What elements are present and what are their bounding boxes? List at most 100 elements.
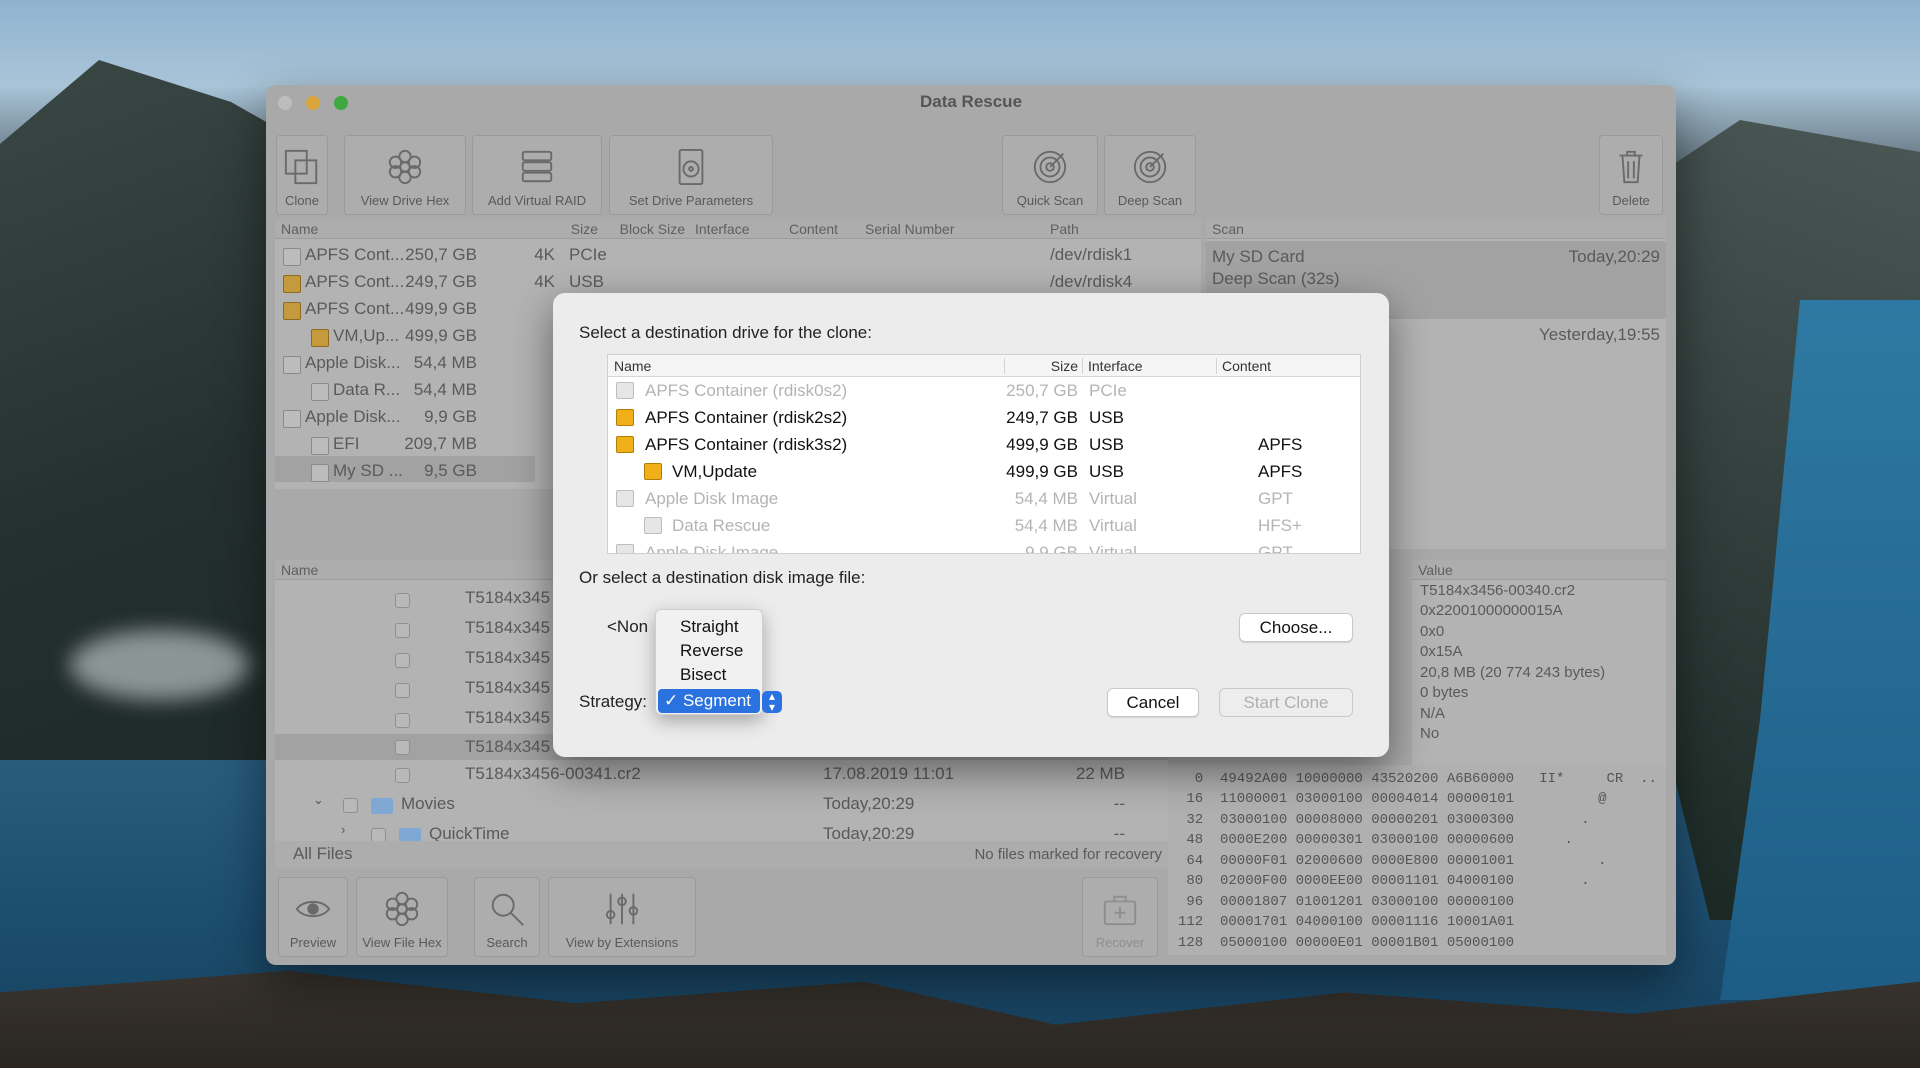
preview-label: Preview (289, 935, 337, 950)
clone-button[interactable]: Clone (276, 135, 328, 215)
quick-scan-button[interactable]: Quick Scan (1002, 135, 1098, 215)
col-path[interactable]: Path (1050, 221, 1079, 237)
col-serial[interactable]: Serial Number (865, 221, 954, 237)
image-file-value[interactable]: <Non (607, 617, 648, 637)
file-name[interactable]: T5184x345 (465, 708, 550, 728)
info-value: N/A (1420, 705, 1446, 722)
file-name[interactable]: T5184x345 (465, 618, 550, 638)
file-name[interactable]: T5184x345 (465, 678, 550, 698)
minimize-window-button[interactable] (306, 96, 320, 110)
file-checkbox[interactable] (395, 653, 410, 668)
file-checkbox[interactable] (395, 740, 410, 755)
add-virtual-raid-label: Add Virtual RAID (487, 193, 587, 208)
add-virtual-raid-button[interactable]: Add Virtual RAID (472, 135, 602, 215)
drive-name[interactable]: EFI (333, 434, 359, 454)
destination-drive-table[interactable]: Name Size Interface Content APFS Contain… (607, 354, 1361, 554)
delete-button[interactable]: Delete (1599, 135, 1663, 215)
file-name[interactable]: T5184x3456-00341.cr2 (465, 764, 641, 784)
col-content[interactable]: Content (789, 221, 838, 237)
table-row[interactable]: Apple Disk Image 54,4 MB Virtual GPT (608, 485, 1360, 512)
drive-size: 499,9 GB (405, 299, 477, 318)
preview-button[interactable]: Preview (278, 877, 348, 957)
file-name[interactable]: T5184x345 (465, 588, 550, 608)
view-drive-hex-label: View Drive Hex (360, 193, 450, 208)
table-row[interactable]: Apple Disk Image 9,9 GB Virtual GPT (608, 539, 1360, 553)
row-size: 54,4 MB (1014, 489, 1078, 508)
file-size: 22 MB (1075, 764, 1125, 783)
view-drive-hex-button[interactable]: View Drive Hex (344, 135, 466, 215)
file-checkbox[interactable] (395, 623, 410, 638)
zoom-window-button[interactable] (334, 96, 348, 110)
menu-item-reverse[interactable]: Reverse (680, 641, 743, 661)
deep-target-icon (1130, 147, 1170, 187)
set-drive-parameters-button[interactable]: Set Drive Parameters (609, 135, 773, 215)
eye-icon (293, 889, 333, 929)
view-file-hex-button[interactable]: View File Hex (356, 877, 448, 957)
menu-item-straight[interactable]: Straight (680, 617, 739, 637)
col-block-size[interactable]: Block Size (550, 221, 685, 237)
hex-line: 0 49492A00 10000000 43520200 A6B60000 II… (1178, 771, 1657, 787)
file-name[interactable]: T5184x345 (465, 737, 550, 757)
file-checkbox[interactable] (395, 713, 410, 728)
volume-icon (311, 329, 329, 347)
chevron-right-icon[interactable]: › (341, 822, 345, 837)
view-by-extensions-button[interactable]: View by Extensions (548, 877, 696, 957)
table-row[interactable]: Data Rescue 54,4 MB Virtual HFS+ (608, 512, 1360, 539)
file-name[interactable]: T5184x345 (465, 648, 550, 668)
value-header: Value (1418, 562, 1453, 578)
info-value: 0x22001000000015A (1420, 602, 1563, 619)
folder-name[interactable]: Movies (401, 794, 455, 814)
col-name[interactable]: Name (614, 355, 651, 377)
row-interface: Virtual (1089, 516, 1137, 535)
all-files-tab[interactable]: All Files (293, 844, 353, 864)
info-value: 20,8 MB (20 774 243 bytes) (1420, 664, 1606, 681)
col-interface[interactable]: Interface (695, 221, 749, 237)
table-row[interactable]: APFS Container (rdisk2s2) 249,7 GB USB (608, 404, 1360, 431)
start-clone-button[interactable]: Start Clone (1219, 688, 1353, 717)
search-label: Search (486, 935, 528, 950)
clone-label: Clone (285, 193, 319, 208)
col-size[interactable]: Size (1008, 355, 1078, 377)
delete-label: Delete (1612, 193, 1650, 208)
table-row[interactable]: APFS Container (rdisk3s2) 499,9 GB USB A… (608, 431, 1360, 458)
cancel-button[interactable]: Cancel (1107, 688, 1199, 717)
row-interface: USB (1089, 462, 1124, 481)
disk-image-icon (283, 410, 301, 428)
drive-size: 54,4 MB (413, 353, 477, 372)
close-window-button[interactable] (278, 96, 292, 110)
info-value: No (1420, 725, 1440, 742)
file-checkbox[interactable] (395, 683, 410, 698)
recover-label: Recover (1095, 935, 1145, 950)
col-file-name[interactable]: Name (281, 562, 318, 578)
file-checkbox[interactable] (395, 593, 410, 608)
chevron-down-icon[interactable]: ⌄ (313, 792, 324, 808)
table-row[interactable]: APFS Container (rdisk0s2) 250,7 GB PCIe (608, 377, 1360, 404)
col-interface[interactable]: Interface (1088, 355, 1142, 377)
col-name[interactable]: Name (281, 221, 318, 237)
info-value: 0x15A (1420, 643, 1463, 660)
file-checkbox[interactable] (395, 768, 410, 783)
strategy-stepper-icon[interactable]: ▴ ▾ (762, 690, 782, 713)
menu-item-bisect[interactable]: Bisect (680, 665, 726, 685)
folder-checkbox[interactable] (343, 798, 358, 813)
hex-line: 16 11000001 03000100 00004014 00000101 @ (1178, 791, 1607, 807)
clone-icon (282, 147, 322, 187)
drive-block: 4K (534, 272, 555, 291)
search-button[interactable]: Search (474, 877, 540, 957)
hex-line: 80 02000F00 0000EE00 00001101 04000100 . (1178, 873, 1590, 889)
selected-strategy-label: ✓ Segment (664, 691, 752, 710)
hex-view[interactable]: 0 49492A00 10000000 43520200 A6B60000 II… (1168, 765, 1666, 955)
menu-item-segment[interactable]: ✓ Segment (658, 689, 760, 713)
drive-interface: USB (569, 272, 604, 291)
table-row[interactable]: VM,Update 499,9 GB USB APFS (608, 458, 1360, 485)
col-content[interactable]: Content (1222, 355, 1271, 377)
choose-button[interactable]: Choose... (1239, 613, 1353, 642)
volume-icon (311, 383, 329, 401)
first-aid-icon (1100, 889, 1140, 929)
title-bar: Data Rescue (266, 85, 1676, 119)
search-icon (487, 889, 527, 929)
recover-button[interactable]: Recover (1082, 877, 1158, 957)
row-interface: USB (1089, 408, 1124, 427)
strategy-dropdown-menu[interactable]: Straight Reverse Bisect ✓ Segment (655, 609, 763, 715)
deep-scan-button[interactable]: Deep Scan (1104, 135, 1196, 215)
